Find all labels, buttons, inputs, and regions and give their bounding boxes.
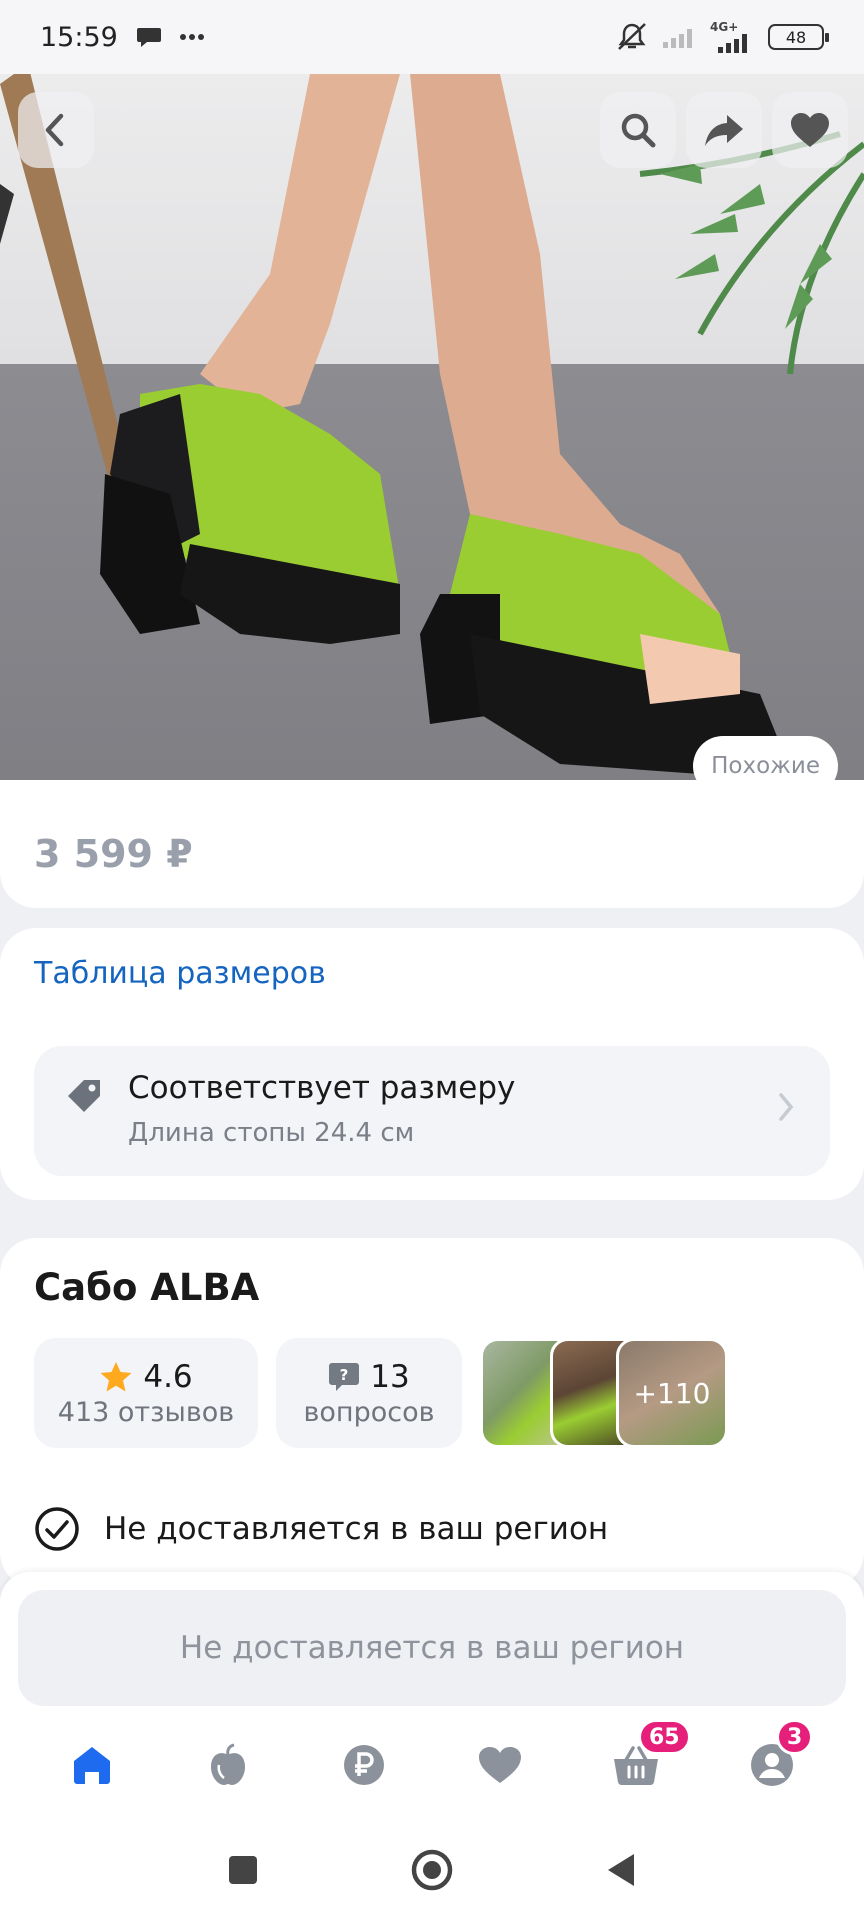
- product-image-illustration: [0, 74, 864, 774]
- rating-box[interactable]: 4.6 413 отзывов: [34, 1338, 258, 1448]
- system-navigation: [0, 1820, 864, 1920]
- size-fit-subtitle: Длина стопы 24.4 см: [128, 1118, 415, 1148]
- cart-badge: 65: [638, 1719, 691, 1755]
- nav-cart[interactable]: 65: [596, 1719, 691, 1805]
- rating-value: 4.6: [143, 1358, 193, 1395]
- svg-text:?: ?: [340, 1366, 349, 1384]
- share-button[interactable]: [686, 92, 762, 168]
- nav-home[interactable]: [52, 1725, 132, 1805]
- home-icon: [74, 1747, 110, 1784]
- more-photos-button[interactable]: +110: [616, 1338, 728, 1448]
- size-card: Таблица размеров Соответствует размеру Д…: [0, 928, 864, 1200]
- reviews-count: 413 отзывов: [57, 1396, 235, 1428]
- signal-weak-icon: [663, 29, 692, 48]
- share-arrow-icon: [705, 115, 743, 146]
- nav-favorites[interactable]: [460, 1725, 540, 1805]
- nav-profile[interactable]: 3: [732, 1719, 814, 1805]
- battery-icon: 48: [768, 24, 829, 50]
- more-notifications-icon: [179, 34, 204, 40]
- search-icon: [621, 113, 656, 148]
- nav-catalog[interactable]: [188, 1725, 268, 1805]
- status-bar: 15:59 4G+ 48: [0, 0, 864, 74]
- back-button[interactable]: [18, 92, 94, 168]
- tag-icon: [68, 1080, 100, 1112]
- star-icon: [100, 1361, 132, 1391]
- chevron-right-icon: [779, 1093, 794, 1121]
- size-fit-row[interactable]: Соответствует размеру Длина стопы 24.4 с…: [34, 1046, 830, 1176]
- product-price: 3 599 ₽: [34, 832, 193, 876]
- delivery-status-text: Не доставляется в ваш регион: [104, 1511, 609, 1547]
- recents-icon[interactable]: [226, 1853, 260, 1887]
- question-bubble-icon: ?: [329, 1362, 360, 1391]
- heart-icon: [791, 113, 829, 147]
- product-photo[interactable]: Похожие: [0, 74, 864, 812]
- favorite-button[interactable]: [772, 92, 848, 168]
- size-fit-title: Соответствует размеру: [128, 1070, 516, 1106]
- size-table-link[interactable]: Таблица размеров: [34, 956, 326, 991]
- nav-finance[interactable]: [324, 1725, 404, 1805]
- bottom-navigation: 65 3: [0, 1710, 864, 1820]
- product-card: Сабо ALBA 4.6 413 отзывов ? 13 вопросов …: [0, 1238, 864, 1588]
- more-photos-count: +110: [633, 1376, 711, 1410]
- ruble-icon: [344, 1745, 384, 1785]
- signal-icon: [718, 34, 747, 53]
- mute-icon: [618, 23, 646, 50]
- search-button[interactable]: [600, 92, 676, 168]
- delivery-status: Не доставляется в ваш регион: [34, 1506, 608, 1552]
- heart-icon: [479, 1747, 521, 1783]
- back-triangle-icon[interactable]: [604, 1851, 638, 1889]
- chat-notification-icon: [136, 28, 161, 47]
- questions-box[interactable]: ? 13 вопросов: [276, 1338, 462, 1448]
- price-card: 3 599 ₽: [0, 780, 864, 908]
- questions-label: вопросов: [303, 1396, 435, 1428]
- review-photos[interactable]: +110: [480, 1338, 730, 1448]
- profile-badge: 3: [776, 1719, 814, 1755]
- unavailable-button[interactable]: Не доставляется в ваш регион: [18, 1590, 846, 1706]
- network-type: 4G+: [710, 20, 739, 34]
- unavailable-label: Не доставляется в ваш регион: [179, 1630, 685, 1666]
- status-time: 15:59: [40, 21, 118, 53]
- battery-level: 48: [785, 27, 807, 47]
- questions-count: 13: [370, 1358, 410, 1395]
- check-circle-icon: [35, 1507, 79, 1551]
- similar-label: Похожие: [711, 753, 820, 779]
- action-panel: Не доставляется в ваш регион: [0, 1572, 864, 1722]
- home-circle-icon[interactable]: [410, 1848, 454, 1892]
- product-title: Сабо ALBA: [34, 1266, 260, 1309]
- apple-icon: [211, 1743, 245, 1785]
- chevron-left-icon: [45, 113, 64, 147]
